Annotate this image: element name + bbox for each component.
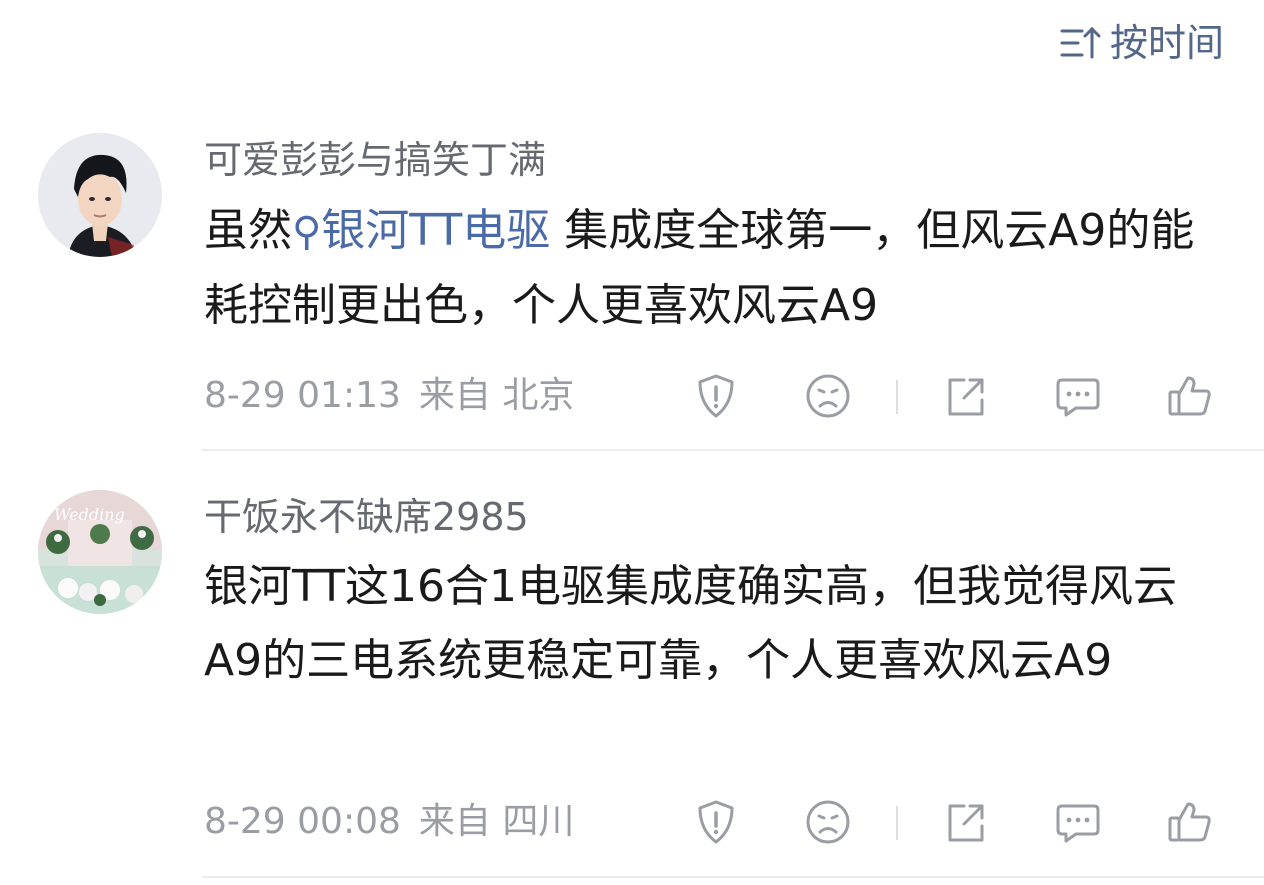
sort-label: 按时间 <box>1109 21 1224 65</box>
share-icon[interactable] <box>942 372 990 420</box>
comment-icon[interactable] <box>1054 798 1102 846</box>
avatar-text: Wedding <box>54 505 125 524</box>
comment-meta: 8-29 00:08 来自 四川 <box>204 800 574 844</box>
sort-time-icon <box>1058 23 1102 63</box>
avatar[interactable]: Wedding <box>38 490 162 614</box>
sort-by-time-button[interactable]: 按时间 <box>1058 20 1224 66</box>
action-bar <box>680 368 1230 424</box>
timestamp: 8-29 00:08 <box>204 801 401 842</box>
share-icon[interactable] <box>942 798 990 846</box>
action-separator <box>896 380 898 414</box>
topic-link[interactable]: ⚲银河TT电驱 <box>292 205 550 256</box>
action-bar <box>680 794 1230 850</box>
username[interactable]: 干饭永不缺席2985 <box>204 494 529 540</box>
username[interactable]: 可爱彭彭与搞笑丁满 <box>204 137 546 183</box>
comment-divider <box>202 876 1264 878</box>
dislike-icon[interactable] <box>804 372 852 420</box>
comment-meta: 8-29 01:13 来自 北京 <box>204 374 574 418</box>
report-icon[interactable] <box>692 798 740 846</box>
action-separator <box>896 806 898 840</box>
search-icon: ⚲ <box>292 209 322 255</box>
comment-icon[interactable] <box>1054 372 1102 420</box>
comment-text: 虽然⚲银河TT电驱 集成度全球第一，但风云A9的能耗控制更出色，个人更喜欢风云A… <box>204 205 1195 331</box>
avatar[interactable] <box>38 133 162 257</box>
like-icon[interactable] <box>1166 372 1214 420</box>
report-icon[interactable] <box>692 372 740 420</box>
location: 来自 四川 <box>418 801 575 842</box>
dislike-icon[interactable] <box>804 798 852 846</box>
like-icon[interactable] <box>1166 798 1214 846</box>
comment-divider <box>202 449 1264 451</box>
timestamp: 8-29 01:13 <box>204 375 401 416</box>
comment-text: 银河TT这16合1电驱集成度确实高，但我觉得风云A9的三电系统更稳定可靠，个人更… <box>204 561 1177 686</box>
location: 来自 北京 <box>418 375 575 416</box>
